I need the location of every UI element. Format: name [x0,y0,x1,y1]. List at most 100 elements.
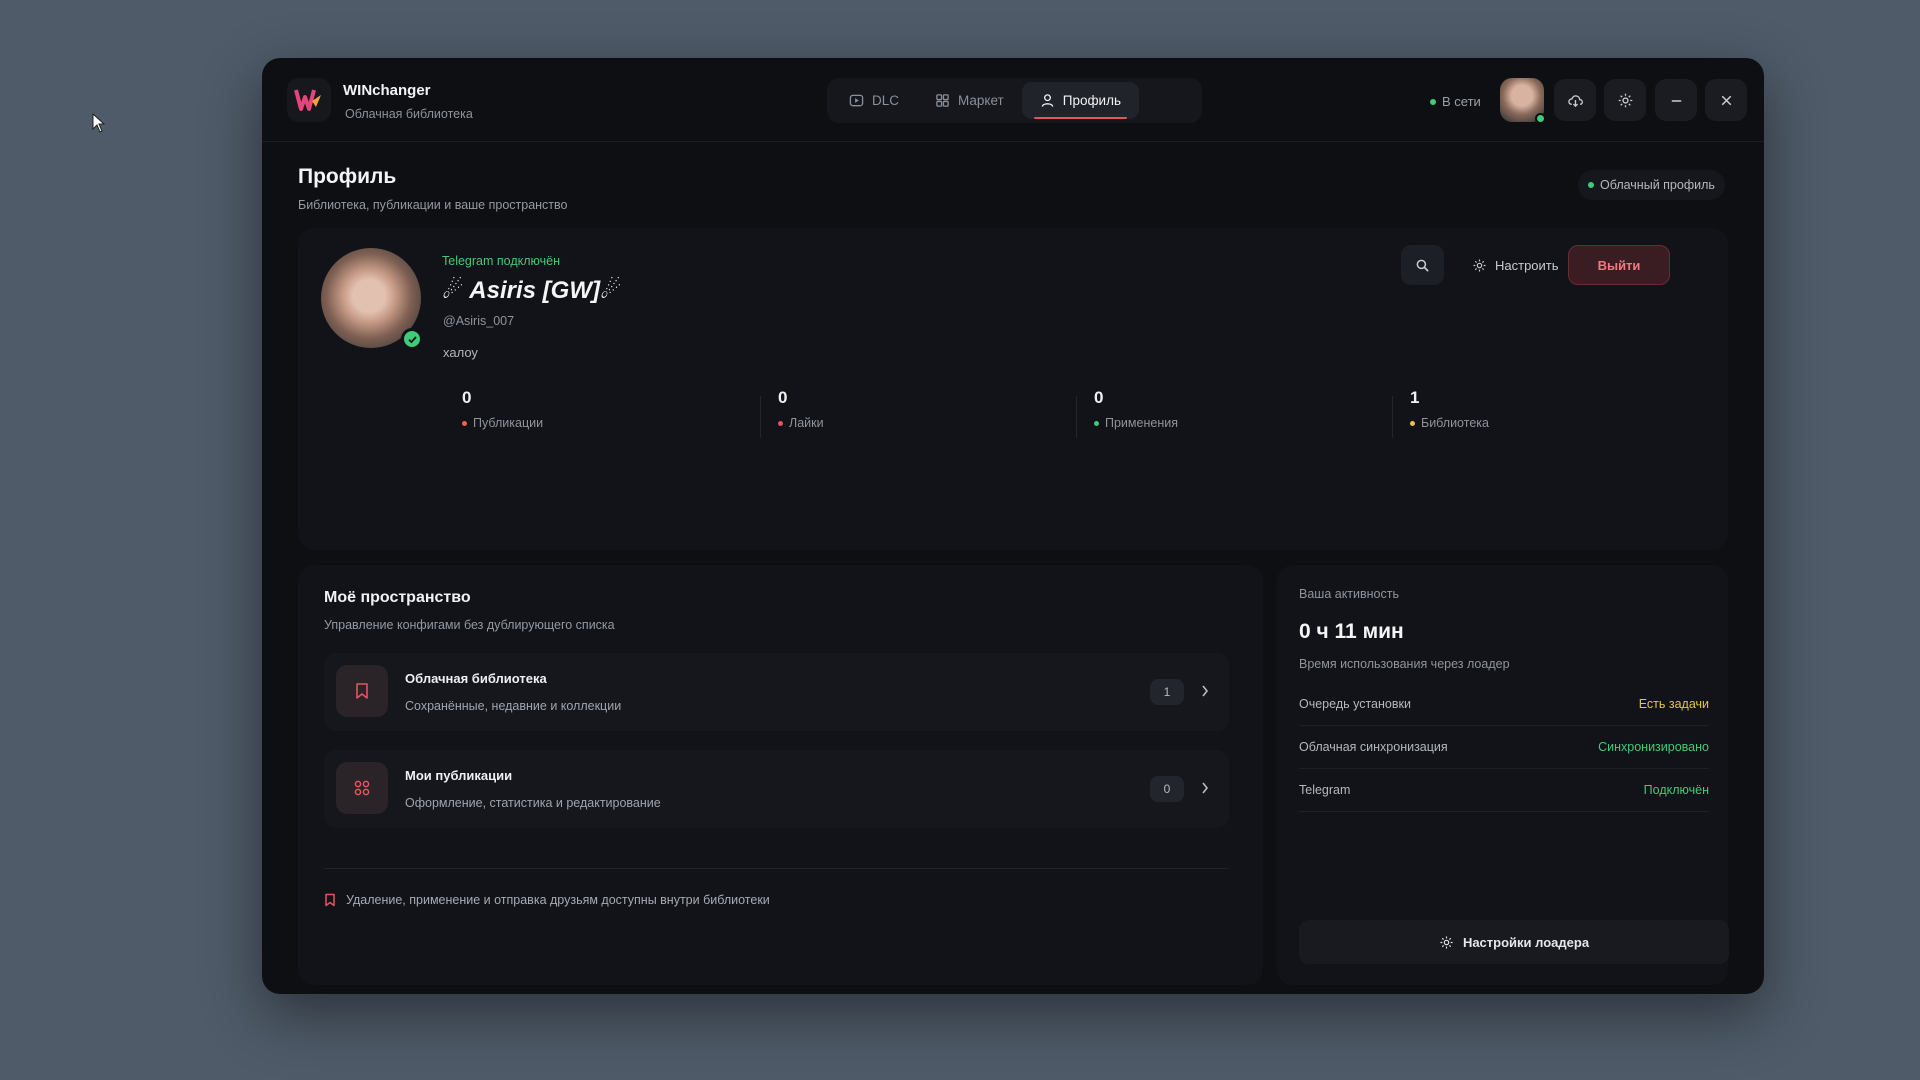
stat-applications: 0 Применения [1094,388,1354,430]
item-count: 1 [1150,679,1184,705]
customize-button[interactable]: Настроить [1458,245,1573,285]
stat-label: Библиотека [1421,416,1489,430]
stat-label: Публикации [473,416,544,430]
my-space-card: Моё пространство Управление конфигами бе… [298,565,1263,985]
row-key: Облачная синхронизация [1299,740,1448,754]
customize-label: Настроить [1495,257,1559,273]
stat-dot [1094,420,1099,426]
chevron-right-icon [1202,782,1209,794]
bookmark-icon [325,893,335,907]
minimize-button[interactable] [1655,79,1697,121]
verified-check-icon [401,328,423,350]
grid-icon [336,762,388,814]
stat-dot [1410,420,1415,426]
cloud-profile-dot [1588,182,1594,188]
tab-market[interactable]: Маркет [917,82,1022,119]
close-button[interactable] [1705,79,1747,121]
row-key: Telegram [1299,783,1351,797]
activity-card: Ваша активность 0 ч 11 мин Время использ… [1277,565,1729,985]
item-subtitle: Сохранённые, недавние и коллекции [405,699,622,713]
cloud-sync-button[interactable] [1554,79,1596,121]
stat-label: Лайки [789,416,824,430]
settings-button[interactable] [1604,79,1646,121]
activity-time: 0 ч 11 мин [1299,620,1404,643]
row-key: Очередь установки [1299,697,1411,711]
item-subtitle: Оформление, статистика и редактирование [405,796,661,810]
search-icon [1416,259,1429,272]
app-window: WINchanger Облачная библиотека DLC Марке… [262,58,1764,994]
online-status: В сети [1430,94,1481,109]
tab-dlc-label: DLC [872,93,900,108]
space-subtitle: Управление конфигами без дублирующего сп… [324,618,615,632]
item-title: Облачная библиотека [405,671,547,686]
gear-icon [1440,936,1453,948]
search-button[interactable] [1401,245,1444,285]
stat-label: Применения [1105,416,1178,430]
my-publications-item[interactable]: Мои публикации Оформление, статистика и … [324,750,1229,828]
stat-value: 0 [778,388,788,407]
stat-dot [462,420,467,426]
stat-library: 1 Библиотека [1410,388,1670,430]
tab-profile-label: Профиль [1062,93,1122,108]
play-square-icon [849,94,864,107]
minimize-icon [1671,99,1681,102]
page-subtitle: Библиотека, публикации и ваше пространст… [298,198,568,212]
profile-card: Telegram подключён ☄ Asiris [GW]☄ @Asiri… [298,228,1728,550]
user-avatar-button[interactable] [1500,78,1546,124]
main-tabs: DLC Маркет Профиль [827,78,1202,123]
title-bar: WINchanger Облачная библиотека DLC Марке… [262,58,1764,142]
activity-row-install-queue: Очередь установки Есть задачи [1299,683,1709,726]
tab-market-label: Маркет [958,93,1004,108]
cloud-download-icon [1567,94,1583,107]
chevron-right-icon [1202,685,1209,697]
row-value: Подключён [1643,783,1709,797]
stat-divider [1076,396,1077,438]
profile-avatar [321,248,423,350]
tab-profile[interactable]: Профиль [1021,82,1140,119]
winchanger-logo-icon [294,89,321,111]
cloud-library-item[interactable]: Облачная библиотека Сохранённые, недавни… [324,653,1229,731]
user-handle: @Asiris_007 [443,314,515,328]
space-title: Моё пространство [324,589,471,606]
app-subtitle: Облачная библиотека [345,107,473,121]
gear-icon [1473,259,1486,271]
item-title: Мои публикации [405,768,513,783]
mouse-cursor-icon [92,113,106,133]
user-icon [1041,94,1054,107]
gear-icon [1618,93,1632,107]
online-dot [1430,98,1436,105]
stat-value: 0 [462,388,472,407]
cloud-profile-badge: Облачный профиль [1578,170,1725,200]
stat-publications: 0 Публикации [462,388,722,430]
row-value: Есть задачи [1638,697,1709,711]
row-value: Синхронизировано [1598,740,1709,754]
tab-dlc[interactable]: DLC [831,82,917,119]
telegram-status: Telegram подключён [442,254,560,268]
close-icon [1721,95,1731,105]
user-bio: халоу [443,345,478,360]
app-logo [287,78,331,122]
page-title: Профиль [298,165,397,188]
stat-dot [778,420,783,426]
item-count: 0 [1150,776,1184,802]
stat-value: 0 [1094,388,1104,407]
stat-divider [1392,396,1393,438]
app-title: WINchanger [343,82,431,99]
divider [324,868,1229,869]
loader-settings-button[interactable]: Настройки лоадера [1299,920,1729,964]
activity-row-telegram: Telegram Подключён [1299,769,1709,812]
loader-settings-label: Настройки лоадера [1462,934,1590,950]
activity-row-cloud-sync: Облачная синхронизация Синхронизировано [1299,726,1709,769]
display-name: ☄ Asiris [GW]☄ [442,277,622,304]
grid-icon [936,94,949,107]
library-note: Удаление, применение и отправка друзьям … [324,893,770,907]
online-label: В сети [1442,94,1481,109]
activity-subtitle: Время использования через лоадер [1299,657,1510,671]
note-text: Удаление, применение и отправка друзьям … [346,893,770,907]
cloud-profile-label: Облачный профиль [1600,178,1715,192]
logout-button[interactable]: Выйти [1568,245,1670,285]
stat-value: 1 [1410,388,1420,407]
stat-divider [760,396,761,438]
activity-label: Ваша активность [1299,587,1399,601]
stat-likes: 0 Лайки [778,388,1038,430]
